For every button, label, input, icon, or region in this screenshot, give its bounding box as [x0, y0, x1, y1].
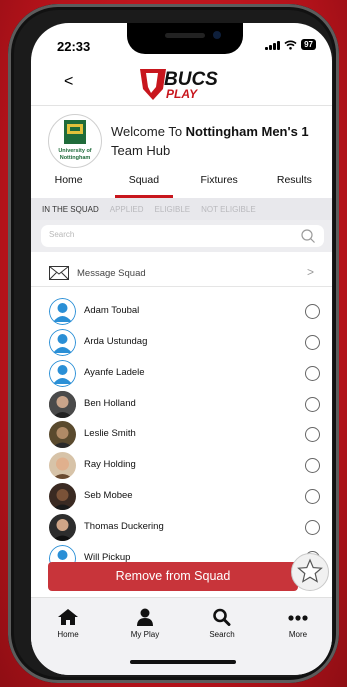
list-item[interactable]: Thomas Duckering [31, 512, 332, 543]
select-radio[interactable] [305, 520, 320, 535]
bottom-nav-more[interactable]: More [268, 608, 328, 639]
status-indicators: 97 [265, 39, 316, 50]
screen: 22:33 97 < BUCS PLAY University of Notti… [31, 23, 332, 675]
select-radio[interactable] [305, 335, 320, 350]
squad-filter-tabs: IN THE SQUAD APPLIED ELIGIBLE NOT ELIGIB… [31, 198, 332, 220]
crest-text-2: Nottingham [59, 155, 91, 161]
player-name: Adam Toubal [84, 305, 140, 316]
crest-text-1: University of [58, 148, 92, 154]
subtab-applied[interactable]: APPLIED [110, 205, 144, 214]
select-radio[interactable] [305, 489, 320, 504]
nav-bar: < BUCS PLAY [31, 63, 332, 105]
message-squad-row[interactable]: Message Squad > [31, 260, 332, 287]
search-placeholder: Search [49, 230, 75, 239]
select-radio[interactable] [305, 458, 320, 473]
subtab-not-eligible[interactable]: NOT ELIGIBLE [201, 205, 256, 214]
search-input[interactable]: Search [41, 225, 324, 247]
bottom-nav-label: My Play [130, 630, 160, 639]
avatar-photo [49, 483, 76, 510]
signal-icon [265, 40, 281, 50]
hub-title: Welcome To Nottingham Men's 1 Team Hub [111, 122, 326, 160]
list-item[interactable]: Seb Mobee [31, 481, 332, 512]
search-bar: Search [31, 220, 332, 252]
list-item[interactable]: Ben Holland [31, 389, 332, 420]
select-radio[interactable] [305, 304, 320, 319]
back-button[interactable]: < [64, 73, 73, 91]
message-squad-label: Message Squad [77, 268, 146, 279]
list-item[interactable]: Ayanfe Ladele [31, 358, 332, 389]
envelope-icon [49, 266, 69, 280]
tab-fixtures[interactable]: Fixtures [182, 166, 257, 198]
bottom-nav-my-play[interactable]: My Play [115, 608, 175, 639]
hub-welcome: Welcome To [111, 124, 186, 139]
notch [127, 23, 243, 54]
list-item[interactable]: Leslie Smith [31, 419, 332, 450]
logo-text-bottom: PLAY [166, 87, 198, 101]
wifi-icon [284, 40, 297, 50]
chevron-right-icon: > [306, 265, 314, 279]
tab-squad[interactable]: Squad [106, 166, 181, 198]
bottom-nav-home[interactable]: Home [38, 608, 98, 639]
bottom-nav-search[interactable]: Search [192, 608, 252, 639]
avatar-photo [49, 421, 76, 448]
player-list: Adam Toubal Arda Ustundag Ayanfe Ladele [31, 287, 332, 565]
bottom-nav-label: Home [57, 630, 79, 639]
star-icon [297, 558, 323, 583]
favourite-button[interactable] [291, 553, 329, 591]
player-name: Ray Holding [84, 459, 136, 470]
player-name: Arda Ustundag [84, 336, 148, 347]
list-item[interactable]: Adam Toubal [31, 296, 332, 327]
subtab-in-the-squad[interactable]: IN THE SQUAD [42, 205, 99, 214]
tab-bar: Home Squad Fixtures Results [31, 166, 332, 198]
hub-team-name: Nottingham Men's 1 [185, 124, 309, 139]
avatar-photo [49, 452, 76, 479]
battery-indicator: 97 [301, 39, 316, 50]
list-item[interactable]: Ray Holding [31, 450, 332, 481]
avatar-photo [49, 391, 76, 418]
select-radio[interactable] [305, 397, 320, 412]
person-icon [137, 608, 153, 626]
avatar-placeholder-icon [49, 298, 76, 325]
select-radio[interactable] [305, 427, 320, 442]
bucs-play-logo: BUCS PLAY [140, 69, 218, 101]
home-icon [58, 609, 78, 625]
avatar-placeholder-icon [49, 360, 76, 387]
home-indicator [130, 660, 236, 664]
phone-frame: 22:33 97 < BUCS PLAY University of Notti… [8, 4, 339, 683]
avatar-placeholder-icon [49, 329, 76, 356]
tab-home[interactable]: Home [31, 166, 106, 198]
player-name: Seb Mobee [84, 490, 133, 501]
player-name: Thomas Duckering [84, 521, 164, 532]
bottom-nav-label: Search [209, 630, 235, 639]
search-icon [301, 229, 315, 243]
camera [213, 31, 221, 39]
university-crest: University of Nottingham [48, 114, 102, 168]
speaker [165, 33, 205, 38]
player-name: Ayanfe Ladele [84, 367, 145, 378]
list-item[interactable]: Arda Ustundag [31, 327, 332, 358]
subtab-eligible[interactable]: ELIGIBLE [155, 205, 191, 214]
status-time: 22:33 [57, 39, 91, 54]
tab-results[interactable]: Results [257, 166, 332, 198]
select-radio[interactable] [305, 366, 320, 381]
bottom-nav-label: More [288, 630, 308, 639]
team-hub-header: University of Nottingham Welcome To Nott… [31, 105, 332, 168]
player-name: Leslie Smith [84, 428, 136, 439]
player-name: Ben Holland [84, 398, 136, 409]
avatar-photo [49, 514, 76, 541]
search-icon [213, 608, 231, 626]
more-icon [288, 615, 308, 621]
hub-suffix: Team Hub [111, 143, 171, 158]
remove-from-squad-button[interactable]: Remove from Squad [48, 562, 298, 591]
